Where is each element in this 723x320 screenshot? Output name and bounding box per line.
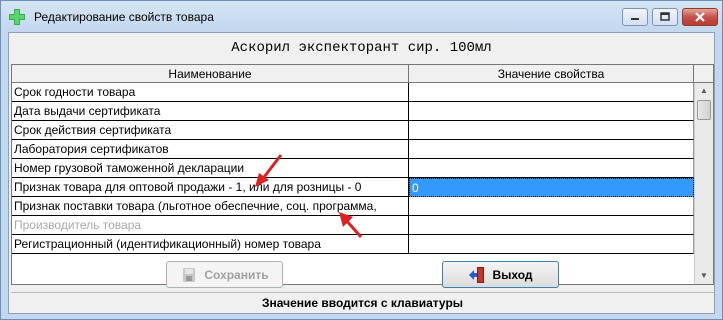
vertical-scrollbar[interactable]: ▲ ▼ [694, 83, 713, 284]
scroll-down-icon[interactable]: ▼ [696, 268, 712, 284]
property-value[interactable] [409, 197, 694, 216]
property-value[interactable] [409, 140, 694, 159]
property-name: Производитель товара [12, 216, 409, 235]
minimize-icon [631, 18, 639, 20]
property-value[interactable] [409, 235, 694, 254]
close-button[interactable] [682, 8, 718, 26]
property-value-input[interactable]: 0 [409, 178, 694, 197]
minimize-button[interactable] [622, 8, 648, 26]
property-value[interactable] [409, 159, 694, 178]
maximize-button[interactable] [652, 8, 678, 26]
scroll-thumb[interactable] [697, 100, 711, 120]
client-area: Аскорил экспекторант сир. 100мл Наименов… [8, 32, 715, 314]
property-name: Срок годности товара [12, 83, 409, 102]
exit-button[interactable]: Выход [442, 261, 559, 288]
table-row[interactable]: Лаборатория сертификатов [12, 140, 694, 159]
table-row-selected[interactable]: Признак товара для оптовой продажи - 1, … [12, 178, 694, 197]
property-name: Дата выдачи сертификата [12, 102, 409, 121]
exit-door-icon [469, 266, 485, 283]
table-row[interactable]: Номер грузовой таможенной декларации [12, 159, 694, 178]
table-row[interactable]: Дата выдачи сертификата [12, 102, 694, 121]
title-bar[interactable]: Редактирование свойств товара [1, 1, 722, 33]
column-header-value[interactable]: Значение свойства [409, 65, 694, 83]
properties-table: Наименование Значение свойства Срок годн… [11, 64, 714, 285]
property-value[interactable] [409, 83, 694, 102]
table-row[interactable]: Признак поставки товара (льготное обеспе… [12, 197, 694, 216]
table-row[interactable]: Срок годности товара [12, 83, 694, 102]
table-row[interactable]: Срок действия сертификата [12, 121, 694, 140]
column-header-name[interactable]: Наименование [12, 65, 409, 83]
property-name: Срок действия сертификата [12, 121, 409, 140]
scroll-up-icon[interactable]: ▲ [696, 83, 712, 99]
property-value [409, 216, 694, 235]
property-name: Номер грузовой таможенной декларации [12, 159, 409, 178]
property-name: Лаборатория сертификатов [12, 140, 409, 159]
maximize-icon [660, 12, 670, 21]
property-value[interactable] [409, 102, 694, 121]
header-corner [694, 65, 713, 83]
save-icon [183, 267, 196, 282]
property-name: Регистрационный (идентификационный) номе… [12, 235, 409, 254]
product-title: Аскорил экспекторант сир. 100мл [231, 40, 492, 56]
status-bar: Значение вводится с клавиатуры [11, 292, 714, 313]
properties-window: Редактирование свойств товара Аскорил эк… [0, 0, 723, 320]
property-name: Признак поставки товара (льготное обеспе… [12, 197, 409, 216]
table-row-disabled: Производитель товара [12, 216, 694, 235]
table-row[interactable]: Регистрационный (идентификационный) номе… [12, 235, 694, 254]
property-name: Признак товара для оптовой продажи - 1, … [12, 178, 409, 197]
app-cross-icon [9, 9, 25, 25]
save-button: Сохранить [166, 261, 283, 288]
save-button-label: Сохранить [204, 267, 269, 282]
property-value[interactable] [409, 121, 694, 140]
window-title: Редактирование свойств товара [34, 10, 214, 24]
close-icon [695, 12, 705, 22]
exit-button-label: Выход [492, 267, 533, 282]
